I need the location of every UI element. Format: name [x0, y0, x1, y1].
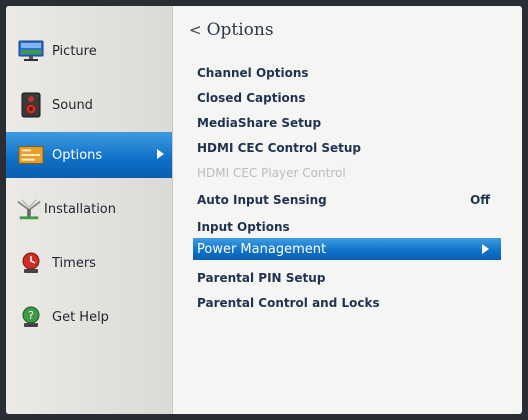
sidebar-item-sound[interactable]: Sound [6, 82, 172, 128]
menu-item-input-options[interactable]: Input Options [197, 217, 497, 237]
sidebar-item-get-help[interactable]: ? Get Help [6, 294, 172, 340]
menu-item-channel-options[interactable]: Channel Options [197, 63, 497, 83]
menu-item-label: Closed Captions [197, 91, 306, 105]
menu-item-label: Channel Options [197, 66, 309, 80]
panel-header: < Options [189, 20, 274, 40]
menu-item-mediashare-setup[interactable]: MediaShare Setup [197, 113, 497, 133]
sidebar-item-label: Sound [52, 97, 93, 113]
chevron-right-icon [482, 244, 489, 254]
menu-item-label: HDMI CEC Player Control [197, 166, 346, 180]
sidebar-item-timers[interactable]: Timers [6, 240, 172, 286]
menu-item-label: MediaShare Setup [197, 116, 322, 130]
sidebar-item-installation[interactable]: Installation [6, 186, 172, 232]
menu-item-parental-pin-setup[interactable]: Parental PIN Setup [197, 268, 497, 288]
sidebar-item-picture[interactable]: Picture [6, 28, 172, 74]
menu-item-label: Parental PIN Setup [197, 271, 326, 285]
sidebar-item-options[interactable]: Options [6, 132, 172, 178]
menu-item-hdmi-cec-player-control: HDMI CEC Player Control [197, 163, 497, 183]
menu-item-label: Input Options [197, 220, 290, 234]
options-panel: < Options Channel Options Closed Caption… [173, 6, 522, 414]
setting-value: Off [470, 193, 490, 207]
installation-icon [16, 197, 42, 221]
page-title: Options [206, 20, 274, 40]
options-icon [18, 143, 44, 167]
sidebar-item-label: Options [52, 147, 103, 163]
speaker-icon [18, 92, 44, 118]
menu-item-power-management[interactable]: Power Management [193, 238, 501, 260]
sidebar-item-label: Timers [52, 255, 96, 271]
sidebar: Picture Sound Options Installation Timer… [6, 6, 173, 414]
timer-icon [18, 251, 44, 275]
menu-item-closed-captions[interactable]: Closed Captions [197, 88, 497, 108]
sidebar-item-label: Get Help [52, 309, 109, 325]
menu-item-parental-control-and-locks[interactable]: Parental Control and Locks [197, 293, 497, 313]
back-chevron-icon[interactable]: < [189, 21, 202, 39]
menu-item-auto-input-sensing[interactable]: Auto Input Sensing Off [197, 190, 497, 210]
sidebar-item-label: Picture [52, 43, 97, 59]
help-icon: ? [18, 305, 44, 329]
menu-item-hdmi-cec-control-setup[interactable]: HDMI CEC Control Setup [197, 138, 497, 158]
menu-item-label: Auto Input Sensing [197, 193, 327, 207]
sidebar-item-label: Installation [44, 201, 117, 217]
picture-icon [18, 39, 44, 63]
menu-item-label: Parental Control and Locks [197, 296, 380, 310]
svg-text:?: ? [28, 309, 34, 322]
menu-item-label: Power Management [197, 241, 327, 257]
chevron-right-icon [157, 149, 164, 159]
tv-menu-screen: Picture Sound Options Installation Timer… [6, 6, 522, 414]
menu-item-label: HDMI CEC Control Setup [197, 141, 362, 155]
